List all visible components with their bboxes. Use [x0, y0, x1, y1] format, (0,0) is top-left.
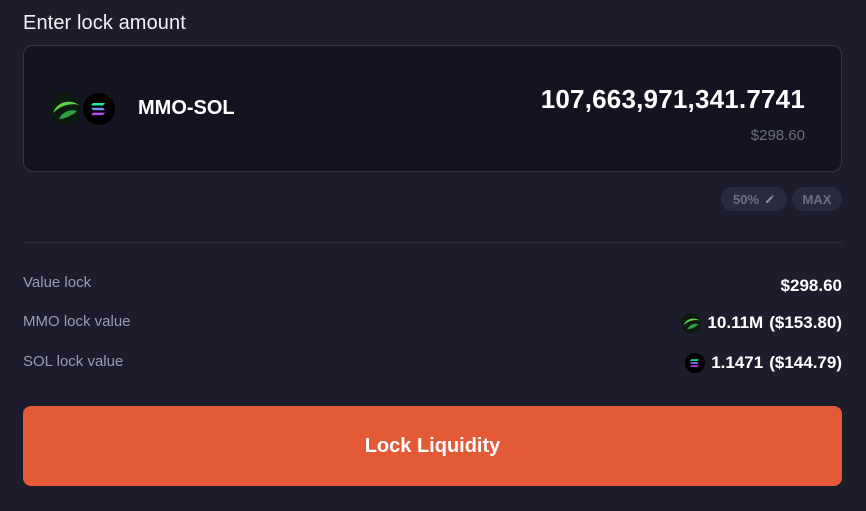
lock-amount-value[interactable]: 107,663,971,341.7741 [541, 84, 805, 115]
sol-lock-label: SOL lock value [23, 353, 124, 370]
fifty-percent-label: 50% [732, 191, 760, 207]
max-label: MAX [802, 191, 832, 207]
divider [23, 242, 842, 243]
mmo-lock-label: MMO lock value [23, 313, 131, 330]
lock-amount-usd: $298.60 [750, 127, 805, 144]
sol-token-icon [83, 93, 115, 125]
mmo-lock-usd: ($153.80) [769, 313, 842, 332]
sol-lock-usd: ($144.79) [769, 353, 842, 372]
mmo-token-icon [49, 93, 81, 125]
token-pair-icons [49, 93, 119, 125]
sol-token-icon [685, 353, 706, 373]
sol-lock-amount: 1.1471 [711, 353, 764, 372]
pair-name: MMO-SOL [138, 97, 235, 119]
value-lock-value: $298.60 [781, 276, 842, 296]
mmo-lock-value: 10.11M ($153.80) [681, 313, 842, 333]
panel-title: Enter lock amount [23, 12, 186, 34]
lock-liquidity-panel: Enter lock amount MMO-SOL 107,663,971,34… [0, 0, 866, 511]
lock-liquidity-button[interactable]: Lock Liquidity [23, 406, 842, 486]
fifty-percent-button[interactable]: 50% [721, 187, 787, 211]
value-lock-amount: $298.60 [780, 276, 842, 295]
value-lock-label: Value lock [23, 274, 92, 291]
mmo-token-icon [681, 313, 702, 333]
pencil-icon [765, 194, 775, 203]
sol-lock-value: 1.1471 ($144.79) [685, 353, 842, 373]
max-button[interactable]: MAX [792, 187, 842, 211]
lock-amount-input-card[interactable]: MMO-SOL 107,663,971,341.7741 $298.60 [23, 45, 842, 172]
mmo-lock-amount: 10.11M [707, 313, 764, 332]
